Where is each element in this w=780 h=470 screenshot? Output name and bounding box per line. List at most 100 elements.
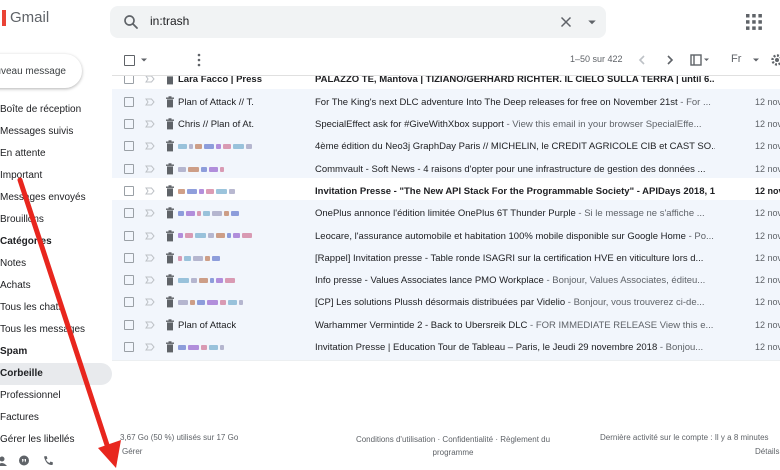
trash-icon — [166, 207, 174, 219]
sidebar-item[interactable]: Messages envoyés — [0, 187, 112, 209]
row-checkbox[interactable] — [124, 163, 134, 174]
row-checkbox[interactable] — [124, 342, 134, 352]
row-checkbox[interactable] — [124, 208, 134, 219]
email-subject: Commvault - Soft News - 4 raisons d'opte… — [315, 163, 706, 175]
sidebar-item-label: En attente — [0, 148, 46, 159]
importance-marker-icon[interactable] — [145, 253, 155, 263]
sidebar-item[interactable]: En attente — [0, 143, 112, 165]
search-input[interactable] — [150, 14, 530, 28]
importance-marker-icon[interactable] — [145, 119, 155, 129]
redacted-sender-block — [212, 211, 222, 217]
previous-page-icon[interactable] — [636, 54, 648, 66]
sidebar-item[interactable]: Messages suivis — [0, 121, 112, 143]
split-pane-toggle-icon[interactable] — [690, 53, 710, 67]
footer-links-line1[interactable]: Conditions d'utilisation · Confidentiali… — [342, 433, 564, 446]
row-checkbox[interactable] — [124, 252, 134, 263]
details-link[interactable]: Détails — [755, 447, 779, 456]
redacted-sender-block — [178, 188, 185, 194]
email-subject: Info presse - Values Associates lance PM… — [315, 275, 544, 287]
importance-marker-icon[interactable] — [145, 76, 155, 84]
settings-gear-icon[interactable] — [770, 53, 780, 67]
sidebar-item[interactable]: Important — [0, 165, 112, 187]
redacted-sender-block — [220, 300, 226, 306]
importance-marker-icon[interactable] — [145, 297, 155, 307]
sidebar-item[interactable]: Spam — [0, 341, 112, 363]
storage-usage: 3,67 Go (50 %) utilisés sur 17 Go — [120, 433, 239, 442]
redacted-sender-block — [187, 188, 197, 194]
sidebar-item[interactable]: Notes — [0, 253, 112, 275]
page-footer: 3,67 Go (50 %) utilisés sur 17 Go Gérer … — [112, 430, 780, 470]
hangouts-icon[interactable] — [18, 455, 30, 467]
row-checkbox[interactable] — [124, 275, 134, 286]
email-subject: For The King's next DLC adventure Into T… — [315, 96, 678, 108]
redacted-sender-block — [197, 211, 201, 217]
importance-marker-icon[interactable] — [145, 186, 155, 196]
gmail-app: Gmail Nouveau mes — [0, 0, 780, 470]
redacted-sender-block — [209, 166, 218, 172]
contacts-icon[interactable] — [0, 455, 8, 467]
row-checkbox[interactable] — [124, 119, 134, 129]
select-options-caret-icon[interactable] — [140, 56, 148, 64]
search-bar[interactable] — [110, 6, 606, 38]
importance-marker-icon[interactable] — [145, 342, 155, 352]
language-caret-icon[interactable] — [752, 56, 760, 64]
redacted-sender-block — [239, 300, 243, 306]
select-all-checkbox[interactable] — [124, 55, 135, 66]
row-checkbox[interactable] — [124, 141, 134, 152]
sidebar-item[interactable]: Boîte de réception — [0, 99, 112, 121]
importance-marker-icon[interactable] — [145, 231, 155, 241]
gmail-logo[interactable]: Gmail — [0, 9, 49, 26]
redacted-sender-block — [208, 233, 214, 239]
sidebar-item[interactable]: Tous les messages — [0, 319, 112, 341]
sidebar-item[interactable]: Catégories — [0, 231, 112, 253]
email-subject: PALAZZO TE, Mantova | TIZIANO/GERHARD RI… — [315, 76, 715, 85]
sidebar-item[interactable]: Gérer les libellés — [0, 429, 112, 451]
row-checkbox[interactable] — [124, 185, 134, 196]
redacted-sender-block — [197, 300, 205, 306]
sidebar: Nouveau message Boîte de réception Messag… — [0, 44, 112, 470]
phone-icon[interactable] — [42, 455, 54, 467]
footer-links-line2[interactable]: programme — [342, 446, 564, 459]
redacted-sender-block — [209, 344, 218, 350]
manage-storage-link[interactable]: Gérer — [122, 447, 142, 456]
sidebar-item[interactable]: Corbeille — [0, 363, 112, 385]
importance-marker-icon[interactable] — [145, 164, 155, 174]
importance-marker-icon[interactable] — [145, 97, 155, 107]
row-checkbox[interactable] — [124, 96, 134, 107]
sidebar-item[interactable]: Tous les chats — [0, 297, 112, 319]
sidebar-item[interactable]: Professionnel — [0, 385, 112, 407]
search-options-caret-icon[interactable] — [583, 13, 601, 31]
redacted-sender-block — [216, 233, 225, 239]
clear-search-icon[interactable] — [557, 13, 575, 31]
importance-marker-icon[interactable] — [145, 208, 155, 218]
row-checkbox[interactable] — [124, 230, 134, 241]
next-page-icon[interactable] — [664, 54, 676, 66]
redacted-sender-block — [178, 255, 182, 261]
redacted-sender-block — [233, 144, 244, 150]
redacted-sender-block — [225, 278, 235, 284]
compose-button[interactable]: Nouveau message — [0, 54, 82, 88]
redacted-sender-block — [216, 188, 227, 194]
apps-grid-icon[interactable] — [745, 13, 763, 31]
importance-marker-icon[interactable] — [145, 320, 155, 330]
importance-marker-icon[interactable] — [145, 141, 155, 151]
sidebar-item[interactable]: Achats — [0, 275, 112, 297]
row-checkbox[interactable] — [124, 319, 134, 330]
sidebar-item-label: Brouillons — [0, 214, 44, 225]
sidebar-item[interactable]: Factures — [0, 407, 112, 429]
more-options-icon[interactable] — [194, 53, 204, 67]
email-row[interactable]: Invitation Presse | Education Tour de Ta… — [112, 334, 780, 361]
input-language-selector[interactable]: Fr — [731, 53, 741, 65]
sidebar-item[interactable]: Brouillons — [0, 209, 112, 231]
redacted-sender-block — [229, 188, 235, 194]
row-checkbox[interactable] — [124, 76, 134, 84]
redacted-sender-block — [188, 166, 199, 172]
redacted-sender-block — [178, 233, 183, 239]
row-checkbox[interactable] — [124, 297, 134, 308]
sidebar-item-label: Boîte de réception — [0, 104, 82, 115]
redacted-sender-block — [201, 344, 207, 350]
importance-marker-icon[interactable] — [145, 275, 155, 285]
trash-icon — [166, 341, 174, 353]
search-icon[interactable] — [122, 13, 140, 31]
email-date: 12 nov — [755, 342, 780, 352]
